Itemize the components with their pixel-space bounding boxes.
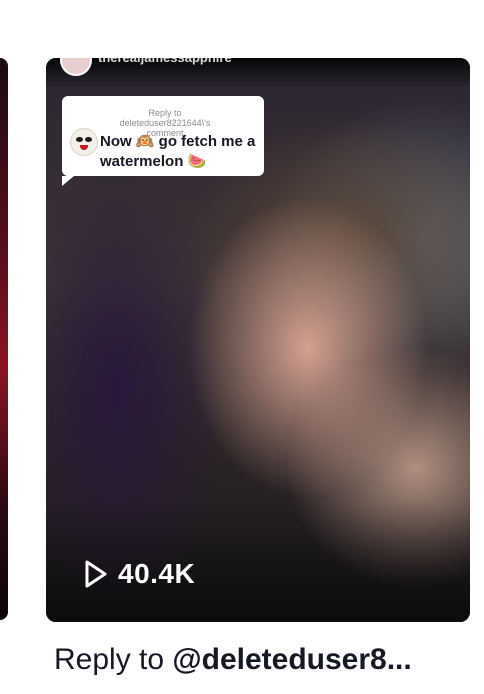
- caption-prefix: Reply to: [54, 643, 173, 676]
- view-count-overlay: 40.4K: [84, 558, 195, 590]
- view-count: 40.4K: [118, 558, 196, 589]
- play-icon: [85, 560, 107, 588]
- creator-username: therealjamessapphire: [98, 58, 232, 65]
- caption-mention[interactable]: @deleteduser8...: [172, 643, 411, 676]
- previous-video-thumbnail[interactable]: [0, 58, 8, 620]
- commenter-avatar: [70, 128, 98, 156]
- reply-comment-bubble: Reply to deleteduser8221644\'s comment N…: [62, 96, 264, 186]
- video-caption[interactable]: Reply to @deleteduser8...: [54, 640, 474, 680]
- reply-comment-text: Now 🙉 go fetch me a watermelon 🍉: [100, 133, 256, 170]
- video-thumbnail-card[interactable]: therealjamessapphire Reply to deleteduse…: [46, 58, 470, 622]
